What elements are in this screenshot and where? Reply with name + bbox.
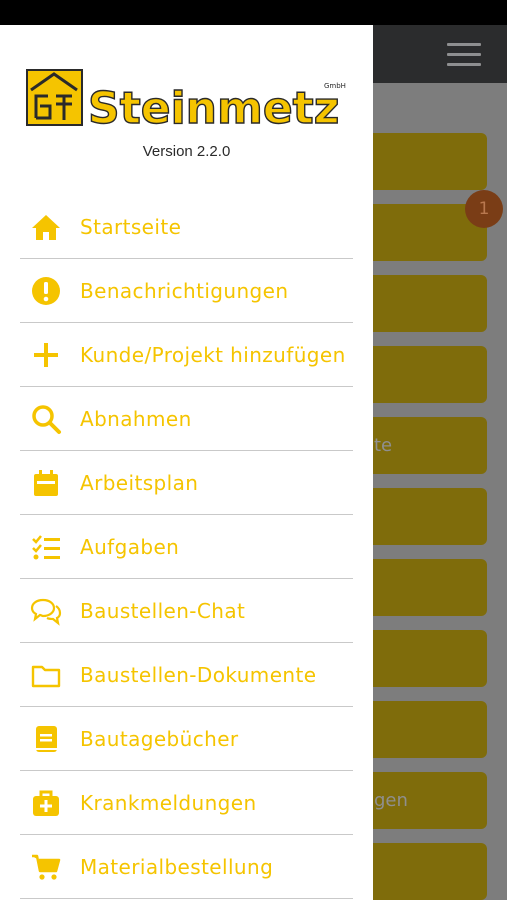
menu-item-label: Kunde/Projekt hinzufügen — [80, 343, 346, 367]
notification-badge: 1 — [465, 190, 503, 228]
menu-item-label: Krankmeldungen — [80, 791, 257, 815]
menu-item-startseite[interactable]: Startseite — [20, 195, 353, 259]
folder-icon — [30, 659, 62, 691]
menu-item-label: Startseite — [80, 215, 182, 239]
menu-item-baustellen-chat[interactable]: Baustellen-Chat — [20, 579, 353, 643]
background-button-label: te — [374, 435, 393, 456]
calendar-icon — [30, 467, 62, 499]
alert-icon — [30, 275, 62, 307]
menu-item-benachrichtigungen[interactable]: Benachrichtigungen — [20, 259, 353, 323]
checklist-icon — [30, 531, 62, 563]
status-bar — [0, 0, 507, 25]
drawer-menu: Startseite Benachrichtigungen Kunde/Proj… — [20, 195, 353, 899]
menu-item-aufgaben[interactable]: Aufgaben — [20, 515, 353, 579]
menu-item-label: Materialbestellung — [80, 855, 274, 879]
medical-kit-icon — [30, 787, 62, 819]
menu-item-baustellen-dokumente[interactable]: Baustellen-Dokumente — [20, 643, 353, 707]
navigation-drawer: Steinmetz GmbH Version 2.2.0 Startseite … — [0, 25, 373, 900]
menu-item-kunde-projekt[interactable]: Kunde/Projekt hinzufügen — [20, 323, 353, 387]
menu-item-label: Bautagebücher — [80, 727, 239, 751]
svg-text:GmbH: GmbH — [324, 82, 346, 90]
steinmetz-logo: Steinmetz GmbH — [26, 68, 350, 135]
menu-item-label: Baustellen-Dokumente — [80, 663, 317, 687]
menu-item-materialbestellung[interactable]: Materialbestellung — [20, 835, 353, 899]
menu-item-label: Baustellen-Chat — [80, 599, 246, 623]
menu-item-label: Arbeitsplan — [80, 471, 199, 495]
cart-icon — [30, 851, 62, 883]
plus-icon — [30, 339, 62, 371]
menu-item-label: Aufgaben — [80, 535, 180, 559]
book-icon — [30, 723, 62, 755]
menu-item-bautagebuecher[interactable]: Bautagebücher — [20, 707, 353, 771]
menu-item-label: Abnahmen — [80, 407, 192, 431]
menu-item-arbeitsplan[interactable]: Arbeitsplan — [20, 451, 353, 515]
background-button-label: gen — [374, 790, 408, 811]
search-icon — [30, 403, 62, 435]
chat-icon — [30, 595, 62, 627]
menu-item-krankmeldungen[interactable]: Krankmeldungen — [20, 771, 353, 835]
version-label: Version 2.2.0 — [142, 143, 231, 160]
svg-text:Steinmetz: Steinmetz — [88, 83, 339, 132]
menu-item-label: Benachrichtigungen — [80, 279, 289, 303]
home-icon — [30, 211, 62, 243]
menu-item-abnahmen[interactable]: Abnahmen — [20, 387, 353, 451]
menu-icon[interactable] — [447, 43, 481, 67]
